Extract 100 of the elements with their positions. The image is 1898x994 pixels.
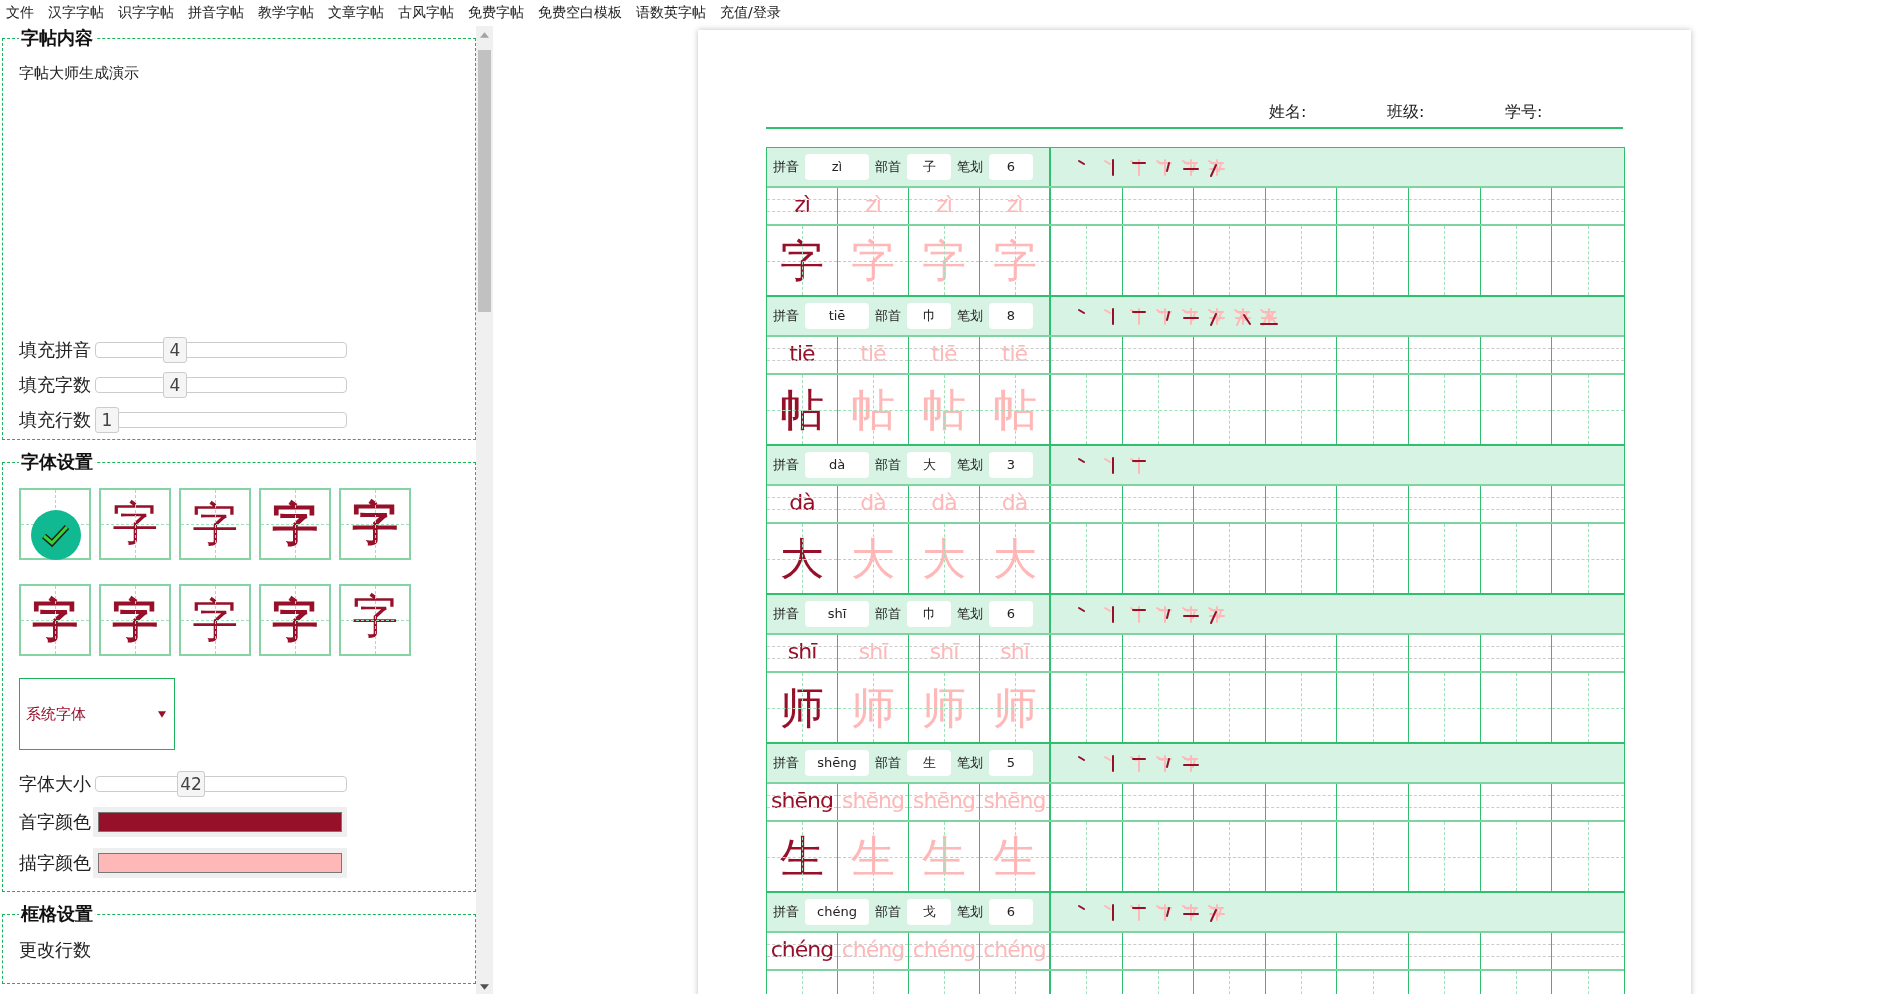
scroll-down-icon[interactable] [480, 984, 489, 990]
info-label: 拼音 [773, 754, 799, 772]
pinyin-cell: tiē [980, 337, 1051, 373]
character-cell: 大 [909, 524, 980, 593]
menu-item[interactable]: 汉字字帖 [48, 4, 104, 22]
menu-item[interactable]: 免费字帖 [468, 4, 524, 22]
info-value: 6 [989, 154, 1033, 180]
font-tile[interactable]: 字 [179, 488, 251, 560]
pinyin-cell [1194, 188, 1266, 224]
slider-thumb[interactable]: 4 [162, 371, 187, 398]
info-value: 生 [907, 750, 951, 776]
scrollbar[interactable] [476, 26, 493, 994]
slider-track[interactable]: 42 [95, 769, 347, 798]
section-title: 字体设置 [20, 450, 94, 474]
menu-item[interactable]: 文章字帖 [328, 4, 384, 22]
pinyin-cell [1194, 933, 1266, 969]
slider-label: 填充拼音 [19, 337, 91, 362]
menu-item[interactable]: 充值/登录 [720, 4, 781, 22]
pinyin-cell: zì [980, 188, 1051, 224]
character-cell [1552, 524, 1624, 593]
font-tile[interactable] [19, 488, 91, 560]
info-label: 笔划 [957, 605, 983, 623]
character-cell: 师 [767, 673, 838, 742]
info-label: 笔划 [957, 158, 983, 176]
font-tile[interactable]: 字 [339, 488, 411, 560]
character-cell: 帖 [838, 375, 909, 444]
pinyin-cell [1194, 784, 1266, 820]
info-value: 8 [989, 303, 1033, 329]
pinyin-cell [1337, 486, 1409, 522]
font-tile[interactable]: 字 [259, 584, 331, 656]
pinyin-cell [1337, 784, 1409, 820]
character-cell: 师 [980, 673, 1051, 742]
character-cell: 师 [838, 673, 909, 742]
pinyin-cell: tiē [909, 337, 980, 373]
slider-track[interactable]: 1 [95, 405, 347, 434]
pinyin-cell: shēng [909, 784, 980, 820]
font-tile[interactable]: 字 [19, 584, 91, 656]
info-label: 拼音 [773, 605, 799, 623]
info-value: shēng [805, 750, 869, 776]
info-value: tiē [805, 303, 869, 329]
character-cell: 大 [767, 524, 838, 593]
pinyin-cell [1051, 486, 1123, 522]
pinyin-cell [1337, 337, 1409, 373]
check-icon [31, 510, 81, 560]
character-cell [1552, 673, 1624, 742]
info-value: 大 [907, 452, 951, 478]
pinyin-cell: shēng [980, 784, 1051, 820]
character-cell: 字 [767, 226, 838, 295]
menu-item[interactable]: 教学字帖 [258, 4, 314, 22]
scrollbar-thumb[interactable] [478, 50, 491, 312]
font-tile[interactable]: 字 [99, 584, 171, 656]
font-tile[interactable]: 字 [99, 488, 171, 560]
section-title: 框格设置 [19, 902, 94, 926]
character-cell: 帖 [909, 375, 980, 444]
character-cell: 帖 [767, 375, 838, 444]
menu-item[interactable]: 拼音字帖 [188, 4, 244, 22]
info-value: 子 [907, 154, 951, 180]
pinyin-cell: dà [838, 486, 909, 522]
info-value: dà [805, 452, 869, 478]
character-cell: 帖 [980, 375, 1051, 444]
font-tile[interactable]: 字 [259, 488, 331, 560]
pinyin-cell: shī [767, 635, 838, 671]
pinyin-cell [1337, 188, 1409, 224]
character-cell: 生 [909, 822, 980, 891]
pinyin-cell [1194, 486, 1266, 522]
font-tile[interactable]: 字 [179, 584, 251, 656]
pinyin-cell: chéng [980, 933, 1051, 969]
info-label: 拼音 [773, 456, 799, 474]
info-label: 笔划 [957, 754, 983, 772]
color-label: 描字颜色 [19, 850, 91, 875]
info-label: 部首 [875, 903, 901, 921]
color-label: 首字颜色 [19, 809, 91, 834]
character-cell: 生 [980, 822, 1051, 891]
character-cell [1552, 822, 1624, 891]
pinyin-cell: chéng [838, 933, 909, 969]
info-label: 部首 [875, 158, 901, 176]
pinyin-cell: shī [838, 635, 909, 671]
menu-item[interactable]: 文件 [6, 4, 34, 22]
character-cell: 师 [909, 673, 980, 742]
info-label: 部首 [875, 605, 901, 623]
character-cell [1552, 375, 1624, 444]
slider-thumb[interactable]: 4 [162, 336, 187, 363]
menu-item[interactable]: 免费空白模板 [538, 4, 622, 22]
field-label: 班级: [1387, 102, 1426, 123]
info-value: 6 [989, 601, 1033, 627]
slider-thumb[interactable]: 42 [177, 770, 205, 797]
character-cell: 大 [980, 524, 1051, 593]
pinyin-cell: dà [909, 486, 980, 522]
menu-item[interactable]: 识字字帖 [118, 4, 174, 22]
pinyin-cell [1051, 188, 1123, 224]
slider-track[interactable]: 4 [95, 335, 347, 364]
slider-thumb[interactable]: 1 [95, 406, 119, 433]
section-title: 字帖内容 [20, 26, 94, 50]
font-select[interactable]: 系统字体 [19, 678, 175, 750]
menu-item[interactable]: 古风字帖 [398, 4, 454, 22]
character-cell: 生 [838, 822, 909, 891]
menu-item[interactable]: 语数英字帖 [636, 4, 706, 22]
info-label: 部首 [875, 754, 901, 772]
text-area[interactable]: 字帖大师生成演示 [19, 64, 459, 332]
slider-track[interactable]: 4 [95, 370, 347, 399]
